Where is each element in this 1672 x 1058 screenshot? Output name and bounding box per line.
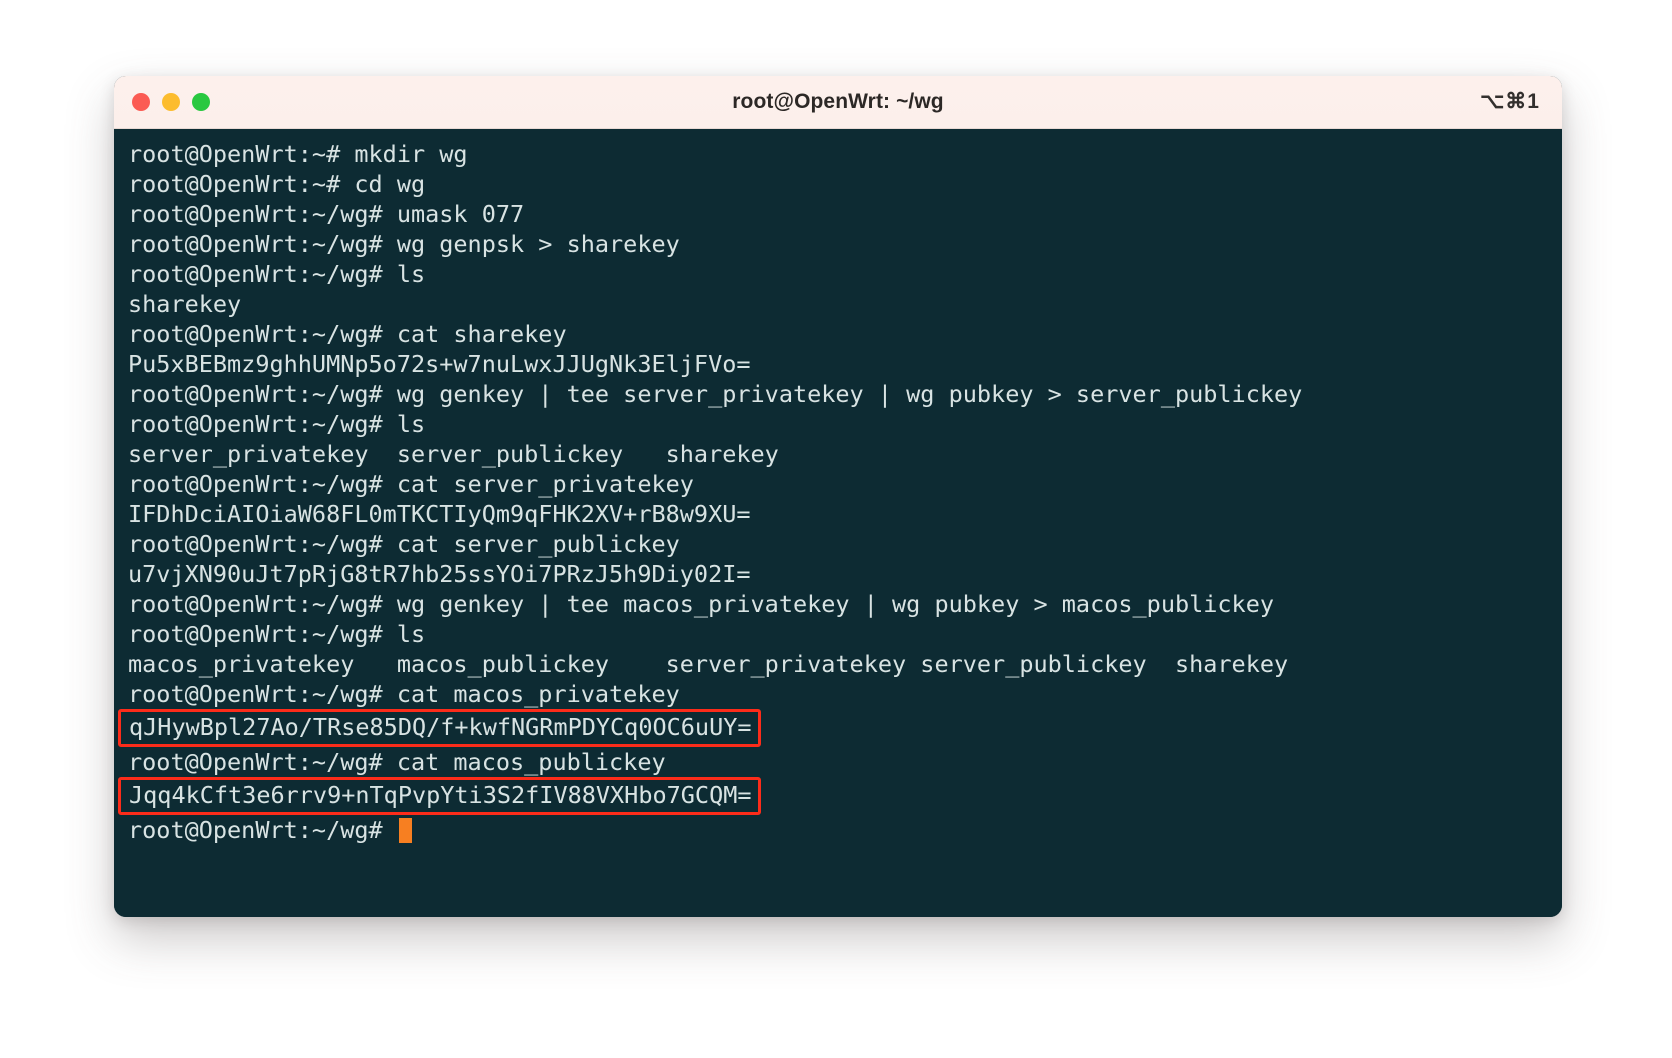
terminal-line: root@OpenWrt:~/wg# umask 077	[128, 200, 525, 228]
terminal-line: root@OpenWrt:~/wg# cat server_privatekey	[128, 470, 694, 498]
terminal-line: root@OpenWrt:~/wg# cat macos_privatekey	[128, 680, 680, 708]
terminal-line: macos_privatekey macos_publickey server_…	[128, 650, 1289, 678]
terminal-line: Jqq4kCft3e6rrv9+nTqPvpYti3S2fIV88VXHbo7G…	[114, 777, 1544, 815]
terminal-line: root@OpenWrt:~/wg# ls	[128, 620, 426, 648]
terminal-line: root@OpenWrt:~/wg# wg genkey | tee serve…	[128, 380, 1303, 408]
close-button-icon[interactable]	[132, 93, 150, 111]
terminal-line: server_privatekey server_publickey share…	[128, 440, 779, 468]
minimize-button-icon[interactable]	[162, 93, 180, 111]
window-title: root@OpenWrt: ~/wg	[732, 90, 944, 113]
shell-prompt: root@OpenWrt:~/wg#	[128, 816, 397, 844]
window-titlebar[interactable]: root@OpenWrt: ~/wg ⌥⌘1	[114, 76, 1562, 129]
terminal-line: root@OpenWrt:~/wg# cat sharekey	[128, 320, 567, 348]
terminal-lines: root@OpenWrt:~# mkdir wg root@OpenWrt:~# …	[114, 139, 1562, 845]
terminal-prompt-line[interactable]: root@OpenWrt:~/wg#	[114, 815, 1544, 845]
terminal-line: root@OpenWrt:~/wg# wg genpsk > sharekey	[128, 230, 680, 258]
maximize-button-icon[interactable]	[192, 93, 210, 111]
terminal-line: sharekey	[128, 290, 242, 318]
keyboard-shortcut-indicator: ⌥⌘1	[1480, 90, 1540, 113]
terminal-line: root@OpenWrt:~/wg# cat macos_publickey	[128, 748, 666, 776]
terminal-line: root@OpenWrt:~/wg# wg genkey | tee macos…	[128, 590, 1275, 618]
terminal-line: IFDhDciAIOiaW68FL0mTKCTIyQm9qFHK2XV+rB8w…	[128, 500, 751, 528]
highlighted-key-box: Jqq4kCft3e6rrv9+nTqPvpYti3S2fIV88VXHbo7G…	[118, 777, 761, 815]
terminal-line: root@OpenWrt:~/wg# ls	[128, 260, 426, 288]
terminal-output-area[interactable]: root@OpenWrt:~# mkdir wg root@OpenWrt:~# …	[114, 129, 1562, 917]
terminal-window[interactable]: root@OpenWrt: ~/wg ⌥⌘1 root@OpenWrt:~# m…	[114, 76, 1562, 917]
terminal-line: root@OpenWrt:~# cd wg	[128, 170, 426, 198]
terminal-line: root@OpenWrt:~# mkdir wg	[128, 140, 468, 168]
desktop-background: root@OpenWrt: ~/wg ⌥⌘1 root@OpenWrt:~# m…	[0, 0, 1672, 1058]
terminal-line: u7vjXN90uJt7pRjG8tR7hb25ssYOi7PRzJ5h9Diy…	[128, 560, 751, 588]
terminal-line: qJHywBpl27Ao/TRse85DQ/f+kwfNGRmPDYCq0OC6…	[114, 709, 1544, 747]
traffic-light-group	[132, 76, 210, 128]
text-cursor	[398, 818, 412, 843]
highlighted-key-box: qJHywBpl27Ao/TRse85DQ/f+kwfNGRmPDYCq0OC6…	[118, 709, 761, 747]
terminal-line: Pu5xBEBmz9ghhUMNp5o72s+w7nuLwxJJUgNk3Elj…	[128, 350, 751, 378]
terminal-line: root@OpenWrt:~/wg# ls	[128, 410, 426, 438]
terminal-line: root@OpenWrt:~/wg# cat server_publickey	[128, 530, 680, 558]
